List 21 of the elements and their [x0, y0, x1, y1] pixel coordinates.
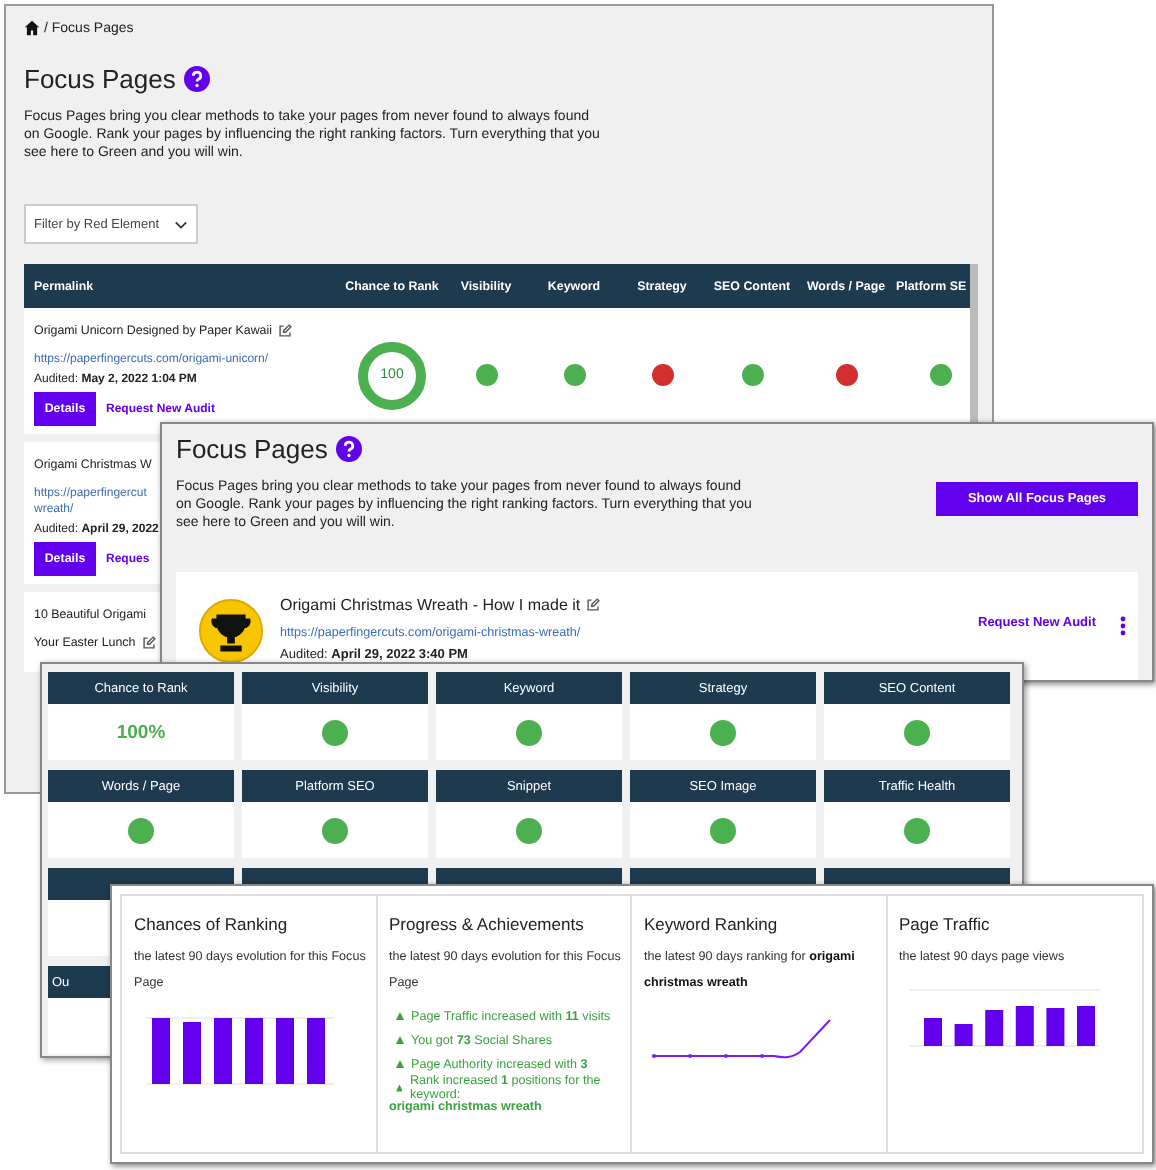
panel-title: Progress & Achievements	[389, 914, 586, 934]
edit-icon[interactable]	[278, 324, 292, 338]
page-heading: Focus Pages	[24, 64, 176, 94]
panel-title: Chances of Ranking	[134, 914, 290, 934]
page-title: Origami Christmas Wreath - How I made it	[280, 596, 581, 614]
panel-title: Keyword Ranking	[644, 914, 780, 934]
arrow-up-icon	[395, 1084, 402, 1092]
home-icon[interactable]	[24, 20, 40, 36]
more-options-icon[interactable]	[1120, 616, 1126, 636]
edit-icon[interactable]	[586, 598, 601, 612]
arrow-up-icon	[395, 1012, 403, 1020]
chevron-down-icon	[174, 219, 188, 229]
trophy-icon	[198, 598, 264, 664]
chance-value: 100%	[116, 721, 166, 743]
help-icon[interactable]	[335, 436, 362, 462]
help-icon[interactable]	[183, 66, 210, 92]
page-heading: Focus Pages	[176, 434, 328, 464]
panel-title: Page Traffic	[899, 914, 992, 934]
arrow-up-icon	[395, 1060, 403, 1068]
arrow-up-icon	[395, 1036, 403, 1044]
edit-icon[interactable]	[141, 636, 156, 650]
